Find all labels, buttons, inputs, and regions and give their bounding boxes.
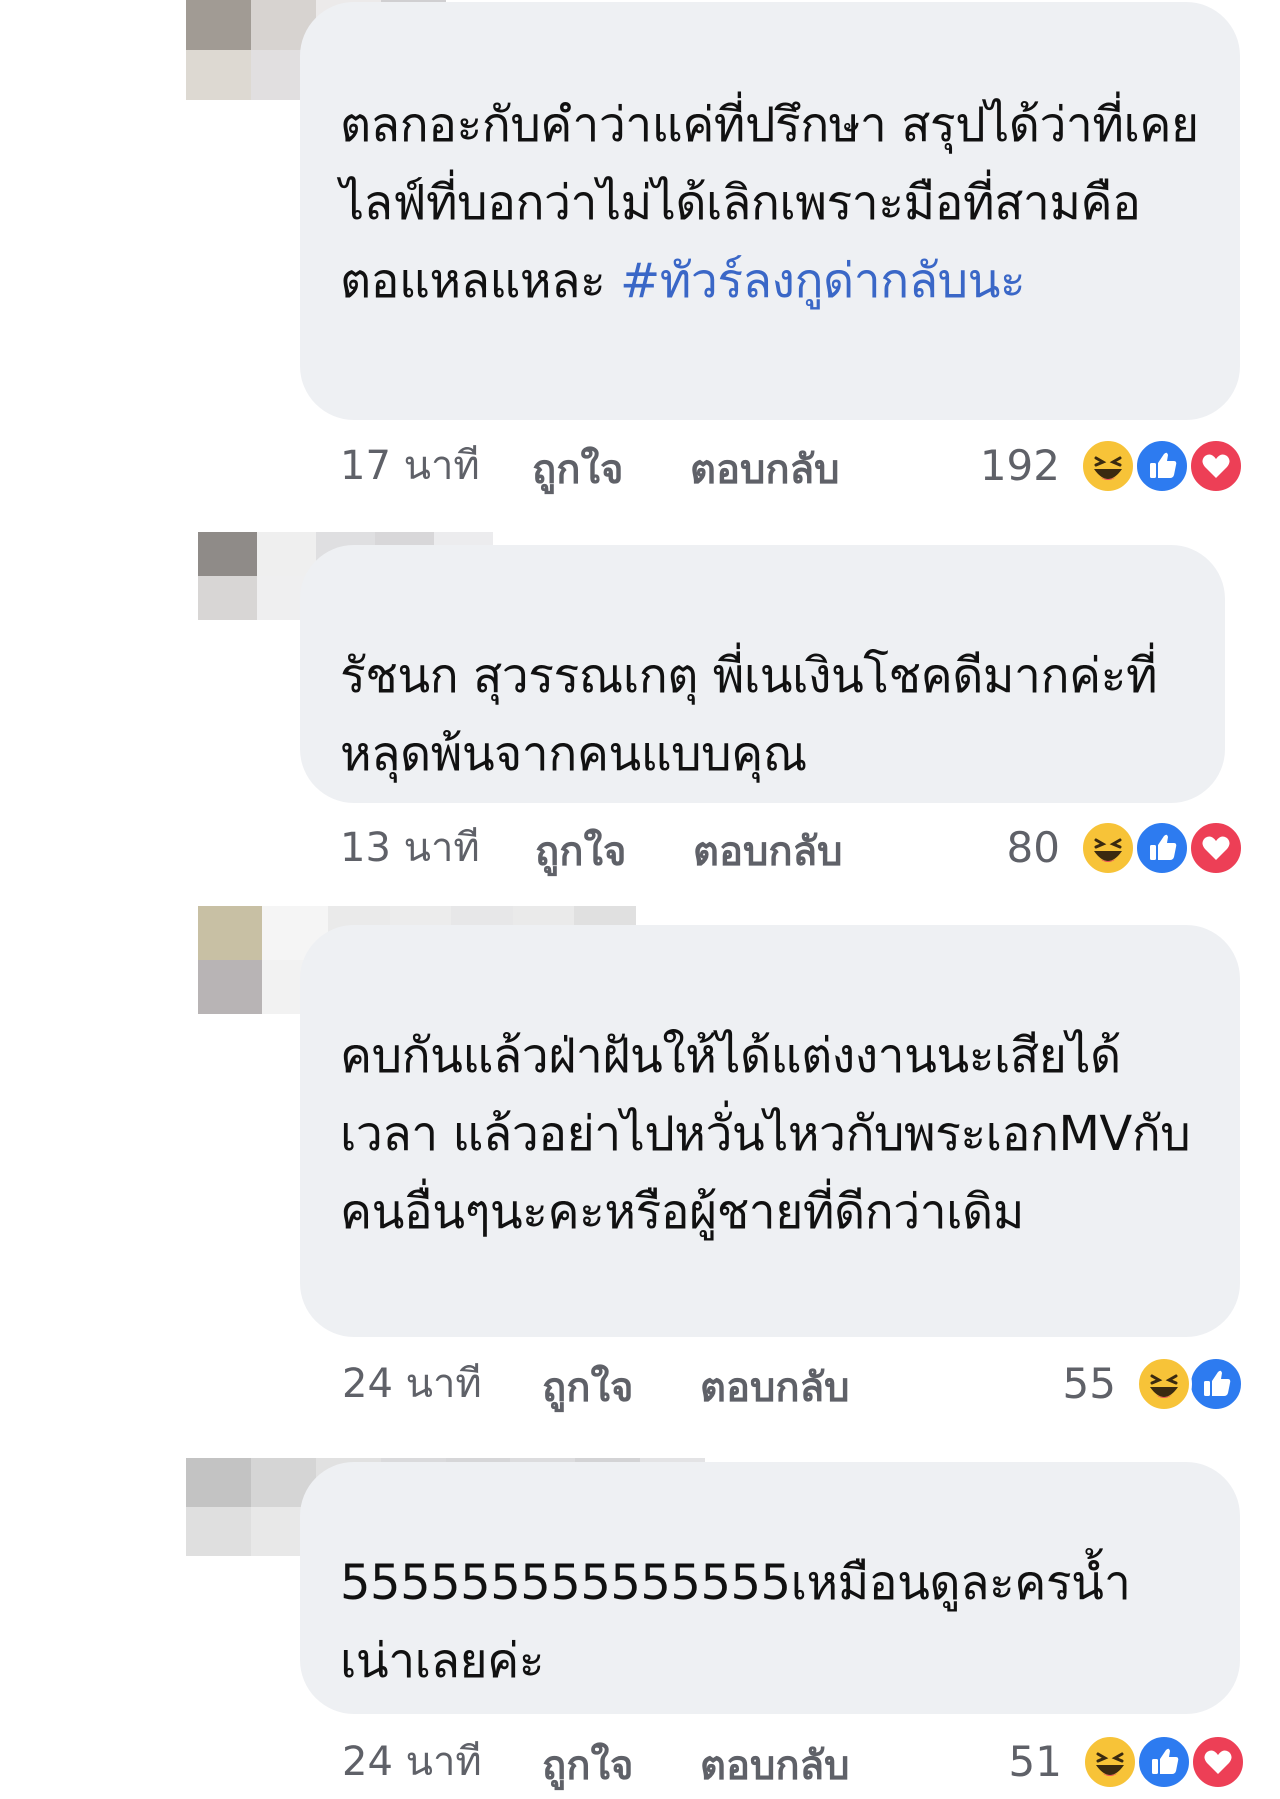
like-icon: [1134, 438, 1190, 494]
haha-icon: [1080, 438, 1136, 494]
comment-actions: 17 นาที ถูกใจ ตอบกลับ 192: [340, 436, 1244, 496]
reaction-count: 51: [1008, 1737, 1062, 1786]
name-pixel-block: [198, 532, 257, 576]
like-button[interactable]: ถูกใจ: [532, 440, 623, 500]
reaction-count: 80: [1006, 823, 1060, 872]
love-icon: [1188, 438, 1244, 494]
reply-button[interactable]: ตอบกลับ: [700, 1358, 850, 1418]
like-icon: [1188, 1356, 1244, 1412]
like-button[interactable]: ถูกใจ: [535, 822, 626, 882]
name-pixel-block: [198, 960, 262, 1014]
reaction-summary[interactable]: 80: [960, 818, 1244, 878]
reply-button[interactable]: ตอบกลับ: [693, 822, 843, 882]
comment-actions: 24 นาที ถูกใจ ตอบกลับ 55: [342, 1354, 1244, 1414]
comment-timestamp[interactable]: 24 นาที: [342, 1732, 482, 1792]
reaction-summary[interactable]: 55: [1016, 1354, 1244, 1414]
comment-text: 555555555555555เหมือนดูละครน้ำเน่าเลยค่ะ: [340, 1555, 1131, 1689]
reaction-count: 55: [1062, 1359, 1116, 1408]
reaction-count: 192: [979, 441, 1060, 490]
like-button[interactable]: ถูกใจ: [542, 1358, 633, 1418]
like-icon: [1134, 820, 1190, 876]
comment-timestamp[interactable]: 13 นาที: [340, 818, 480, 878]
comment-bubble: รัชนก สุวรรณเกตุ พี่เนเงินโชคดีมากค่ะที่…: [300, 545, 1225, 803]
comment-bubble: คบกันแล้วฝ่าฝันให้ได้แต่งงานนะเสียได้เวล…: [300, 925, 1240, 1337]
comment-timestamp[interactable]: 24 นาที: [342, 1354, 482, 1414]
name-pixel-block: [198, 576, 257, 620]
name-pixel-block: [186, 1507, 251, 1556]
name-pixel-block: [186, 1458, 251, 1507]
love-icon: [1188, 820, 1244, 876]
comment-bubble: ตลกอะกับคำว่าแค่ที่ปรึกษา สรุปได้ว่าที่เ…: [300, 2, 1240, 420]
haha-icon: [1080, 820, 1136, 876]
reply-button[interactable]: ตอบกลับ: [700, 1736, 850, 1796]
name-pixel-block: [257, 532, 316, 576]
like-button[interactable]: ถูกใจ: [542, 1736, 633, 1796]
comment-timestamp[interactable]: 17 นาที: [340, 436, 480, 496]
name-pixel-block: [186, 50, 251, 100]
like-icon: [1136, 1734, 1192, 1790]
reply-button[interactable]: ตอบกลับ: [690, 440, 840, 500]
name-pixel-block: [186, 0, 251, 50]
name-pixel-block: [198, 906, 262, 960]
comment-actions: 24 นาที ถูกใจ ตอบกลับ 51: [342, 1732, 1246, 1792]
comment-bubble: 555555555555555เหมือนดูละครน้ำเน่าเลยค่ะ: [300, 1462, 1240, 1714]
love-icon: [1190, 1734, 1246, 1790]
reaction-summary[interactable]: 192: [960, 436, 1244, 496]
haha-icon: [1136, 1356, 1192, 1412]
reaction-summary[interactable]: 51: [962, 1732, 1246, 1792]
comment-text: รัชนก สุวรรณเกตุ พี่เนเงินโชคดีมากค่ะที่…: [340, 648, 1158, 782]
comment-text: คบกันแล้วฝ่าฝันให้ได้แต่งงานนะเสียได้เวล…: [340, 1028, 1191, 1240]
haha-icon: [1082, 1734, 1138, 1790]
hashtag-link[interactable]: #ทัวร์ลงกูด่ากลับนะ: [620, 253, 1026, 309]
comment-actions: 13 นาที ถูกใจ ตอบกลับ 80: [340, 818, 1244, 878]
